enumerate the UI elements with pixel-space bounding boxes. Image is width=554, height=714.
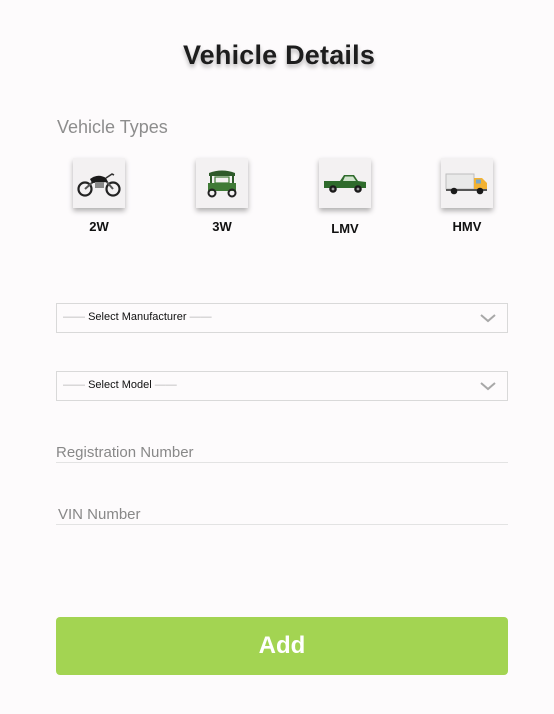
- registration-number-field[interactable]: Registration Number: [56, 444, 508, 463]
- vehicle-type-lmv[interactable]: LMV: [318, 158, 372, 236]
- vehicle-types-label: Vehicle Types: [57, 117, 168, 137]
- auto-rickshaw-icon: [207, 170, 237, 198]
- pickup-truck-icon: [324, 175, 366, 193]
- cargo-truck-icon: [445, 173, 487, 195]
- chevron-down-icon[interactable]: [479, 311, 497, 325]
- vehicle-type-label: 2W: [89, 219, 109, 234]
- model-select-value: —— Select Model ——: [63, 379, 177, 391]
- registration-number-placeholder: Registration Number: [56, 444, 194, 461]
- vehicle-type-hmv-tile[interactable]: [441, 158, 493, 208]
- vehicle-type-label: 3W: [212, 219, 232, 234]
- vehicle-type-label: LMV: [331, 221, 359, 236]
- vehicle-type-3w-tile[interactable]: [196, 158, 248, 208]
- motorcycle-icon: [77, 173, 121, 197]
- vin-number-placeholder: VIN Number: [58, 506, 141, 523]
- chevron-down-icon[interactable]: [479, 379, 497, 393]
- vehicle-type-lmv-tile[interactable]: [319, 158, 371, 208]
- manufacturer-select-value: —— Select Manufacturer ——: [63, 311, 212, 323]
- vehicle-type-2w[interactable]: 2W: [72, 158, 126, 234]
- vehicle-type-3w[interactable]: 3W: [195, 158, 249, 234]
- vehicle-type-2w-tile[interactable]: [73, 158, 125, 208]
- model-select[interactable]: —— Select Model ——: [56, 371, 508, 401]
- vehicle-details-page: Vehicle Details Vehicle Types 2W 3W LMV …: [0, 0, 554, 714]
- vehicle-type-hmv[interactable]: HMV: [440, 158, 494, 234]
- manufacturer-select[interactable]: —— Select Manufacturer ——: [56, 303, 508, 333]
- page-title: Vehicle Details: [182, 40, 376, 70]
- vehicle-type-label: HMV: [452, 219, 482, 234]
- add-button[interactable]: Add: [56, 617, 508, 675]
- vin-number-field[interactable]: VIN Number: [56, 506, 508, 525]
